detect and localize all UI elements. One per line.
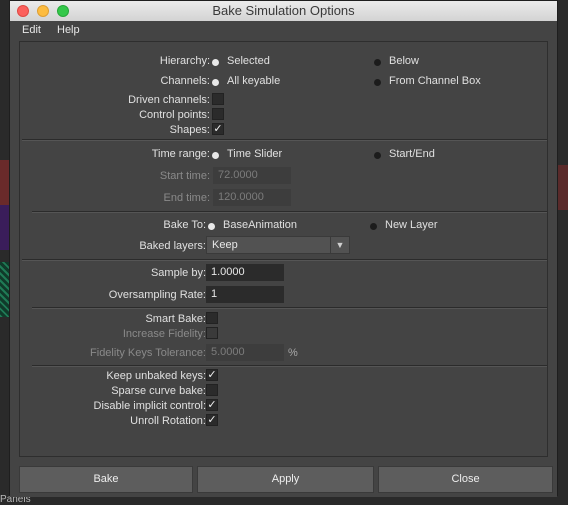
time-range-time-slider-radio[interactable] xyxy=(212,152,219,159)
smart-bake-label: Smart Bake: xyxy=(145,313,206,325)
time-range-start-end-label[interactable]: Start/End xyxy=(389,148,435,160)
time-range-time-slider-label[interactable]: Time Slider xyxy=(227,148,282,160)
window-title: Bake Simulation Options xyxy=(212,3,355,18)
sample-by-label: Sample by: xyxy=(150,267,206,279)
hierarchy-selected-label[interactable]: Selected xyxy=(227,55,270,67)
oversampling-rate-label: Oversampling Rate: xyxy=(108,289,206,301)
keep-unbaked-keys-checkbox[interactable]: ✓ xyxy=(206,369,218,381)
shapes-checkbox[interactable]: ✓ xyxy=(212,123,224,135)
increase-fidelity-label: Increase Fidelity: xyxy=(122,328,206,340)
percent-unit-label: % xyxy=(288,347,298,359)
bake-to-base-animation-radio[interactable] xyxy=(208,223,215,230)
options-panel: Hierarchy: Selected Below Channels: All … xyxy=(19,41,548,457)
unroll-rotation-checkbox[interactable]: ✓ xyxy=(206,414,218,426)
channels-from-channel-box-radio[interactable] xyxy=(374,79,381,86)
keep-unbaked-keys-label: Keep unbaked keys: xyxy=(106,370,206,382)
baked-layers-value: Keep xyxy=(212,239,238,251)
separator xyxy=(22,259,547,261)
bake-button[interactable]: Bake xyxy=(19,466,193,493)
sample-by-field[interactable]: 1.0000 xyxy=(206,264,284,281)
background-wireframe-green xyxy=(0,262,9,317)
start-time-label: Start time: xyxy=(159,170,210,182)
channels-all-keyable-label[interactable]: All keyable xyxy=(227,75,280,87)
menu-help[interactable]: Help xyxy=(57,24,80,36)
separator xyxy=(32,307,547,309)
baked-layers-label: Baked layers: xyxy=(139,240,206,252)
fidelity-keys-tolerance-label: Fidelity Keys Tolerance: xyxy=(90,347,206,359)
driven-channels-label: Driven channels: xyxy=(128,94,210,106)
end-time-field[interactable]: 120.0000 xyxy=(213,189,291,206)
channels-all-keyable-radio[interactable] xyxy=(212,79,219,86)
baked-layers-dropdown[interactable]: Keep ▼ xyxy=(206,236,350,254)
smart-bake-checkbox[interactable] xyxy=(206,312,218,324)
bake-to-new-layer-radio[interactable] xyxy=(370,223,377,230)
disable-implicit-control-checkbox[interactable]: ✓ xyxy=(206,399,218,411)
channels-from-channel-box-label[interactable]: From Channel Box xyxy=(389,75,481,87)
title-bar[interactable]: Bake Simulation Options xyxy=(10,1,557,22)
end-time-label: End time: xyxy=(163,192,210,204)
separator xyxy=(32,365,547,367)
apply-button[interactable]: Apply xyxy=(197,466,374,493)
background-shape-red-right xyxy=(558,165,568,210)
sparse-curve-bake-checkbox[interactable] xyxy=(206,384,218,396)
separator xyxy=(32,211,547,213)
button-bar: Bake Apply Close xyxy=(10,459,557,497)
start-time-field[interactable]: 72.0000 xyxy=(213,167,291,184)
fidelity-keys-tolerance-field[interactable]: 5.0000 xyxy=(206,344,284,361)
hierarchy-below-radio[interactable] xyxy=(374,59,381,66)
chevron-down-icon[interactable]: ▼ xyxy=(330,237,349,253)
time-range-start-end-radio[interactable] xyxy=(374,152,381,159)
sparse-curve-bake-label: Sparse curve bake: xyxy=(111,385,206,397)
increase-fidelity-checkbox[interactable] xyxy=(206,327,218,339)
hierarchy-selected-radio[interactable] xyxy=(212,59,219,66)
channels-label: Channels: xyxy=(160,75,210,87)
close-button[interactable]: Close xyxy=(378,466,553,493)
oversampling-rate-field[interactable]: 1 xyxy=(206,286,284,303)
separator xyxy=(22,139,547,141)
bake-to-label: Bake To: xyxy=(163,219,206,231)
background-shape-purple xyxy=(0,205,9,250)
menu-edit[interactable]: Edit xyxy=(22,24,41,36)
background-shape-red xyxy=(0,160,9,210)
menu-bar: Edit Help xyxy=(10,21,557,40)
bake-to-base-animation-label[interactable]: BaseAnimation xyxy=(223,219,297,231)
time-range-label: Time range: xyxy=(151,148,210,160)
disable-implicit-control-label: Disable implicit control: xyxy=(93,400,206,412)
control-points-label: Control points: xyxy=(139,109,210,121)
bake-to-new-layer-label[interactable]: New Layer xyxy=(385,219,438,231)
hierarchy-label: Hierarchy: xyxy=(159,55,210,67)
hierarchy-below-label[interactable]: Below xyxy=(389,55,419,67)
driven-channels-checkbox[interactable] xyxy=(212,93,224,105)
bake-simulation-options-dialog: Bake Simulation Options Edit Help Hierar… xyxy=(9,0,558,497)
control-points-checkbox[interactable] xyxy=(212,108,224,120)
shapes-label: Shapes: xyxy=(169,124,210,136)
unroll-rotation-label: Unroll Rotation: xyxy=(130,415,206,427)
